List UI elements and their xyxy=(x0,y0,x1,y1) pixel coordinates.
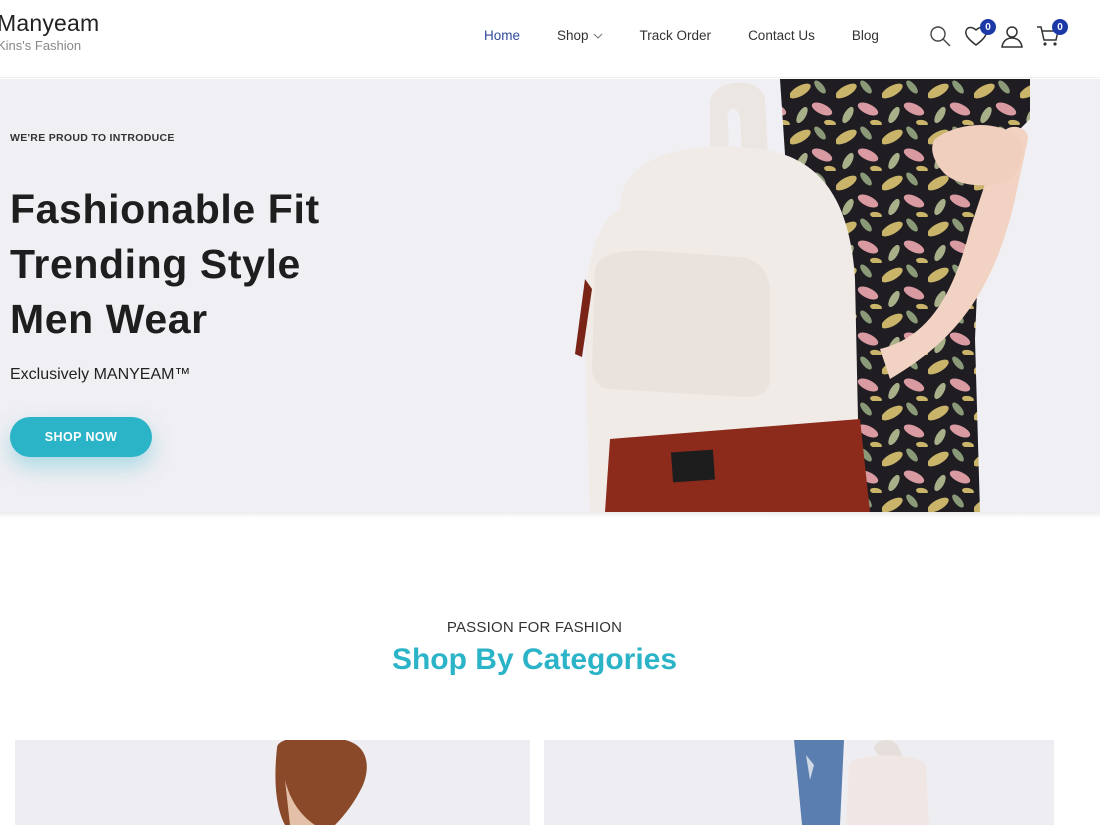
categories-title: Shop By Categories xyxy=(391,643,678,676)
nav-shop[interactable]: Shop xyxy=(557,28,603,43)
nav-home[interactable]: Home xyxy=(484,28,520,43)
account-button[interactable] xyxy=(998,22,1026,50)
main-nav: Home Shop Track Order Contact Us Blog xyxy=(484,28,916,43)
header-icons: 0 0 xyxy=(926,19,1070,50)
hero-title-line: Fashionable Fit xyxy=(10,186,320,232)
hero-subtitle: Exclusively MANYEAM™ xyxy=(10,366,191,383)
hero-title-line: Men Wear xyxy=(10,296,208,342)
nav-blog[interactable]: Blog xyxy=(852,28,879,43)
brand-tagline: Kins's Fashion xyxy=(0,38,82,53)
categories-eyebrow: PASSION FOR FASHION xyxy=(446,619,623,636)
cart-button[interactable]: 0 xyxy=(1034,19,1068,50)
site-header: Manyeam Kins's Fashion Home Shop Track O… xyxy=(0,0,1100,78)
cart-count-badge: 0 xyxy=(1052,19,1068,35)
category-image xyxy=(275,740,367,825)
hero-eyebrow: WE'RE PROUD TO INTRODUCE xyxy=(10,132,175,144)
hero-title-line: Trending Style xyxy=(10,241,301,287)
hero-product-image xyxy=(575,79,1030,512)
category-card[interactable] xyxy=(544,740,1054,825)
hero-banner: WE'RE PROUD TO INTRODUCE Fashionable Fit… xyxy=(0,79,1100,512)
category-image xyxy=(794,740,929,825)
nav-track-order[interactable]: Track Order xyxy=(640,28,712,43)
wishlist-count-badge: 0 xyxy=(980,19,996,35)
hero-title: Fashionable Fit Trending Style Men Wear xyxy=(10,182,510,347)
shop-now-button[interactable]: SHOP NOW xyxy=(10,417,152,457)
wishlist-button[interactable]: 0 xyxy=(962,19,996,50)
nav-contact-us[interactable]: Contact Us xyxy=(748,28,815,43)
hero-divider xyxy=(0,512,1100,518)
search-button[interactable] xyxy=(926,22,954,50)
chevron-down-icon xyxy=(593,33,602,39)
brand-name: Manyeam xyxy=(0,10,100,36)
user-icon xyxy=(1001,26,1023,48)
nav-shop-label: Shop xyxy=(557,28,589,43)
brand-logo[interactable]: Manyeam Kins's Fashion xyxy=(0,10,99,53)
category-card[interactable] xyxy=(15,740,530,825)
search-icon xyxy=(930,26,951,47)
